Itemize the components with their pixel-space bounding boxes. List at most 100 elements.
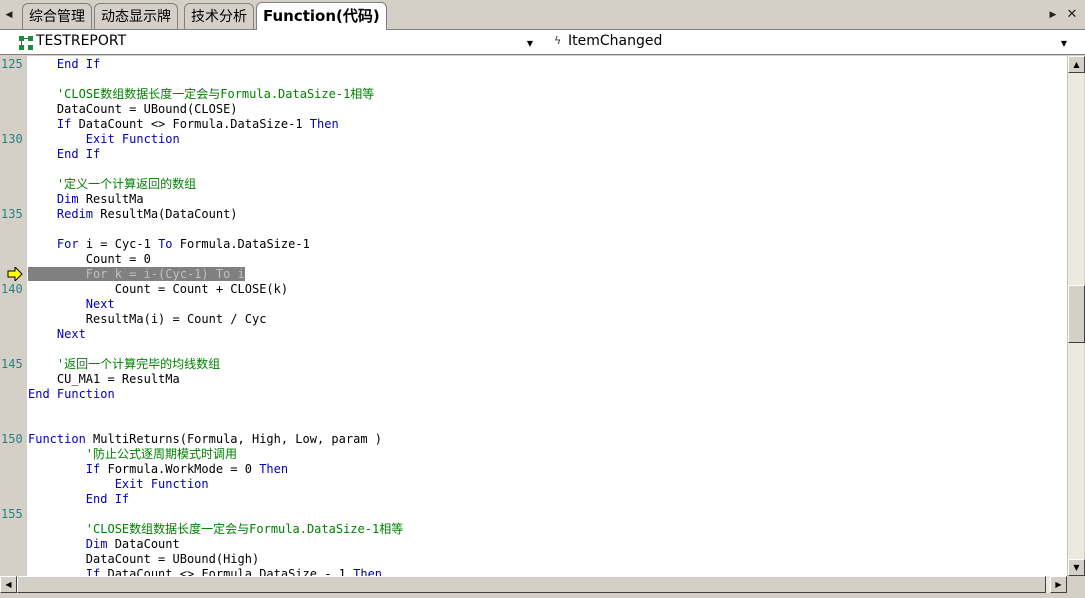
event-dropdown[interactable]: ϟ ItemChanged ▼ bbox=[550, 32, 1074, 53]
code-line[interactable]: 130 Exit Function bbox=[0, 132, 1067, 147]
code-line[interactable]: Exit Function bbox=[0, 477, 1067, 492]
code-line[interactable] bbox=[0, 402, 1067, 417]
scrollbar-corner bbox=[1067, 576, 1085, 598]
tab-function-code[interactable]: Function(代码) bbox=[256, 2, 387, 30]
keyword-token: For bbox=[56, 237, 79, 251]
code-line[interactable]: If DataCount <> Formula.DataSize-1 Then bbox=[0, 117, 1067, 132]
code-text: Dim DataCount bbox=[28, 537, 180, 552]
code-line[interactable]: Count = 0 bbox=[0, 252, 1067, 267]
keyword-token: Dim bbox=[85, 537, 108, 551]
comment-token: '返回一个计算完毕的均线数组 bbox=[56, 357, 221, 371]
code-line[interactable] bbox=[0, 342, 1067, 357]
code-line[interactable]: ResultMa(i) = Count / Cyc bbox=[0, 312, 1067, 327]
keyword-token: End If bbox=[56, 147, 101, 161]
code-text: '防止公式逐周期模式时调用 bbox=[28, 447, 237, 462]
tab-jishu-fenxi[interactable]: 技术分析 bbox=[184, 3, 254, 29]
vertical-scrollbar[interactable]: ▲ ▼ bbox=[1067, 56, 1085, 576]
code-line[interactable]: If DataCount <> Formula.DataSize - 1 The… bbox=[0, 567, 1067, 576]
code-text: '返回一个计算完毕的均线数组 bbox=[28, 357, 220, 372]
code-line[interactable]: Dim ResultMa bbox=[0, 192, 1067, 207]
code-line[interactable]: 135 Redim ResultMa(DataCount) bbox=[0, 207, 1067, 222]
code-token: ResultMa(i) = Count / Cyc bbox=[28, 312, 267, 326]
code-text: DataCount = UBound(CLOSE) bbox=[28, 102, 238, 117]
keyword-token: If bbox=[56, 117, 72, 131]
horizontal-scroll-thumb[interactable] bbox=[17, 576, 1046, 593]
code-line[interactable]: 140 Count = Count + CLOSE(k) bbox=[0, 282, 1067, 297]
code-line[interactable]: 145 '返回一个计算完毕的均线数组 bbox=[0, 357, 1067, 372]
code-text: CU_MA1 = ResultMa bbox=[28, 372, 180, 387]
tab-scroll-left-icon[interactable]: ◀ bbox=[2, 6, 16, 24]
code-line[interactable] bbox=[0, 72, 1067, 87]
keyword-token: Then bbox=[309, 117, 339, 131]
comment-token: '防止公式逐周期模式时调用 bbox=[85, 447, 238, 461]
keyword-token: Dim bbox=[56, 192, 79, 206]
code-line[interactable]: 'CLOSE数组数据长度一定会与Formula.DataSize-1相等 bbox=[0, 522, 1067, 537]
code-line[interactable]: 155 bbox=[0, 507, 1067, 522]
scroll-right-icon[interactable]: ▶ bbox=[1050, 576, 1067, 593]
code-line[interactable] bbox=[0, 417, 1067, 432]
chevron-down-icon[interactable]: ▼ bbox=[1058, 38, 1070, 50]
code-navigation-bar: TESTREPORT ▼ ϟ ItemChanged ▼ bbox=[0, 30, 1085, 55]
code-line[interactable]: Next bbox=[0, 327, 1067, 342]
code-text: Next bbox=[28, 327, 86, 342]
code-token: DataCount <> Formula.DataSize-1 bbox=[71, 117, 310, 131]
code-line[interactable] bbox=[0, 222, 1067, 237]
code-line[interactable]: Next bbox=[0, 297, 1067, 312]
event-dropdown-value: ItemChanged bbox=[568, 33, 663, 49]
code-text: End If bbox=[28, 492, 129, 507]
object-tree-icon bbox=[19, 36, 33, 50]
code-line[interactable]: CU_MA1 = ResultMa bbox=[0, 372, 1067, 387]
code-line[interactable]: End If bbox=[0, 147, 1067, 162]
code-line[interactable]: For i = Cyc-1 To Formula.DataSize-1 bbox=[0, 237, 1067, 252]
code-line[interactable]: DataCount = UBound(High) bbox=[0, 552, 1067, 567]
keyword-token: If bbox=[85, 567, 101, 576]
code-token: i = Cyc-1 bbox=[78, 237, 159, 251]
code-line[interactable]: '防止公式逐周期模式时调用 bbox=[0, 447, 1067, 462]
code-line[interactable]: DataCount = UBound(CLOSE) bbox=[0, 102, 1067, 117]
keyword-token: Next bbox=[85, 297, 115, 311]
keyword-token: To bbox=[158, 237, 173, 251]
code-text: Function MultiReturns(Formula, High, Low… bbox=[28, 432, 382, 447]
code-line[interactable]: End Function bbox=[0, 387, 1067, 402]
code-line[interactable]: 150 Function MultiReturns(Formula, High, … bbox=[0, 432, 1067, 447]
execution-pointer-arrow-icon bbox=[7, 267, 23, 281]
tab-scroll-right-icon[interactable]: ▶ bbox=[1046, 6, 1060, 24]
vertical-scroll-thumb[interactable] bbox=[1068, 285, 1085, 343]
code-text: If DataCount <> Formula.DataSize-1 Then bbox=[28, 117, 339, 132]
current-statement-highlight: For k = i-(Cyc-1) To i bbox=[28, 267, 245, 281]
scroll-down-icon[interactable]: ▼ bbox=[1068, 559, 1085, 576]
scroll-left-icon[interactable]: ◀ bbox=[0, 576, 17, 593]
scroll-up-icon[interactable]: ▲ bbox=[1068, 56, 1085, 73]
code-line[interactable]: 125 End If bbox=[0, 57, 1067, 72]
code-line[interactable]: Dim DataCount bbox=[0, 537, 1067, 552]
tab-dongtai-xianshi-pai[interactable]: 动态显示牌 bbox=[94, 3, 178, 29]
code-line[interactable]: If Formula.WorkMode = 0 Then bbox=[0, 462, 1067, 477]
chevron-down-icon[interactable]: ▼ bbox=[524, 38, 536, 50]
close-icon[interactable]: ✕ bbox=[1064, 6, 1080, 24]
keyword-token: Exit Function bbox=[114, 477, 209, 491]
line-number: 150 bbox=[1, 432, 23, 446]
code-line[interactable] bbox=[0, 162, 1067, 177]
line-number: 145 bbox=[1, 357, 23, 371]
code-line[interactable]: '定义一个计算返回的数组 bbox=[0, 177, 1067, 192]
code-text: Exit Function bbox=[28, 132, 180, 147]
code-editor[interactable]: 125 End If 'CLOSE数组数据长度一定会与Formula.DataS… bbox=[0, 56, 1067, 576]
tab-zonghe-guanli[interactable]: 综合管理 bbox=[22, 3, 92, 29]
object-dropdown[interactable]: TESTREPORT ▼ bbox=[16, 32, 542, 53]
horizontal-scrollbar[interactable]: ◀ ▶ bbox=[0, 576, 1067, 593]
code-line[interactable]: 'CLOSE数组数据长度一定会与Formula.DataSize-1相等 bbox=[0, 87, 1067, 102]
code-text: If DataCount <> Formula.DataSize - 1 The… bbox=[28, 567, 382, 576]
code-line[interactable]: For k = i-(Cyc-1) To i bbox=[0, 267, 1067, 282]
line-number: 130 bbox=[1, 132, 23, 146]
code-token: ResultMa(DataCount) bbox=[93, 207, 238, 221]
code-line[interactable]: End If bbox=[0, 492, 1067, 507]
